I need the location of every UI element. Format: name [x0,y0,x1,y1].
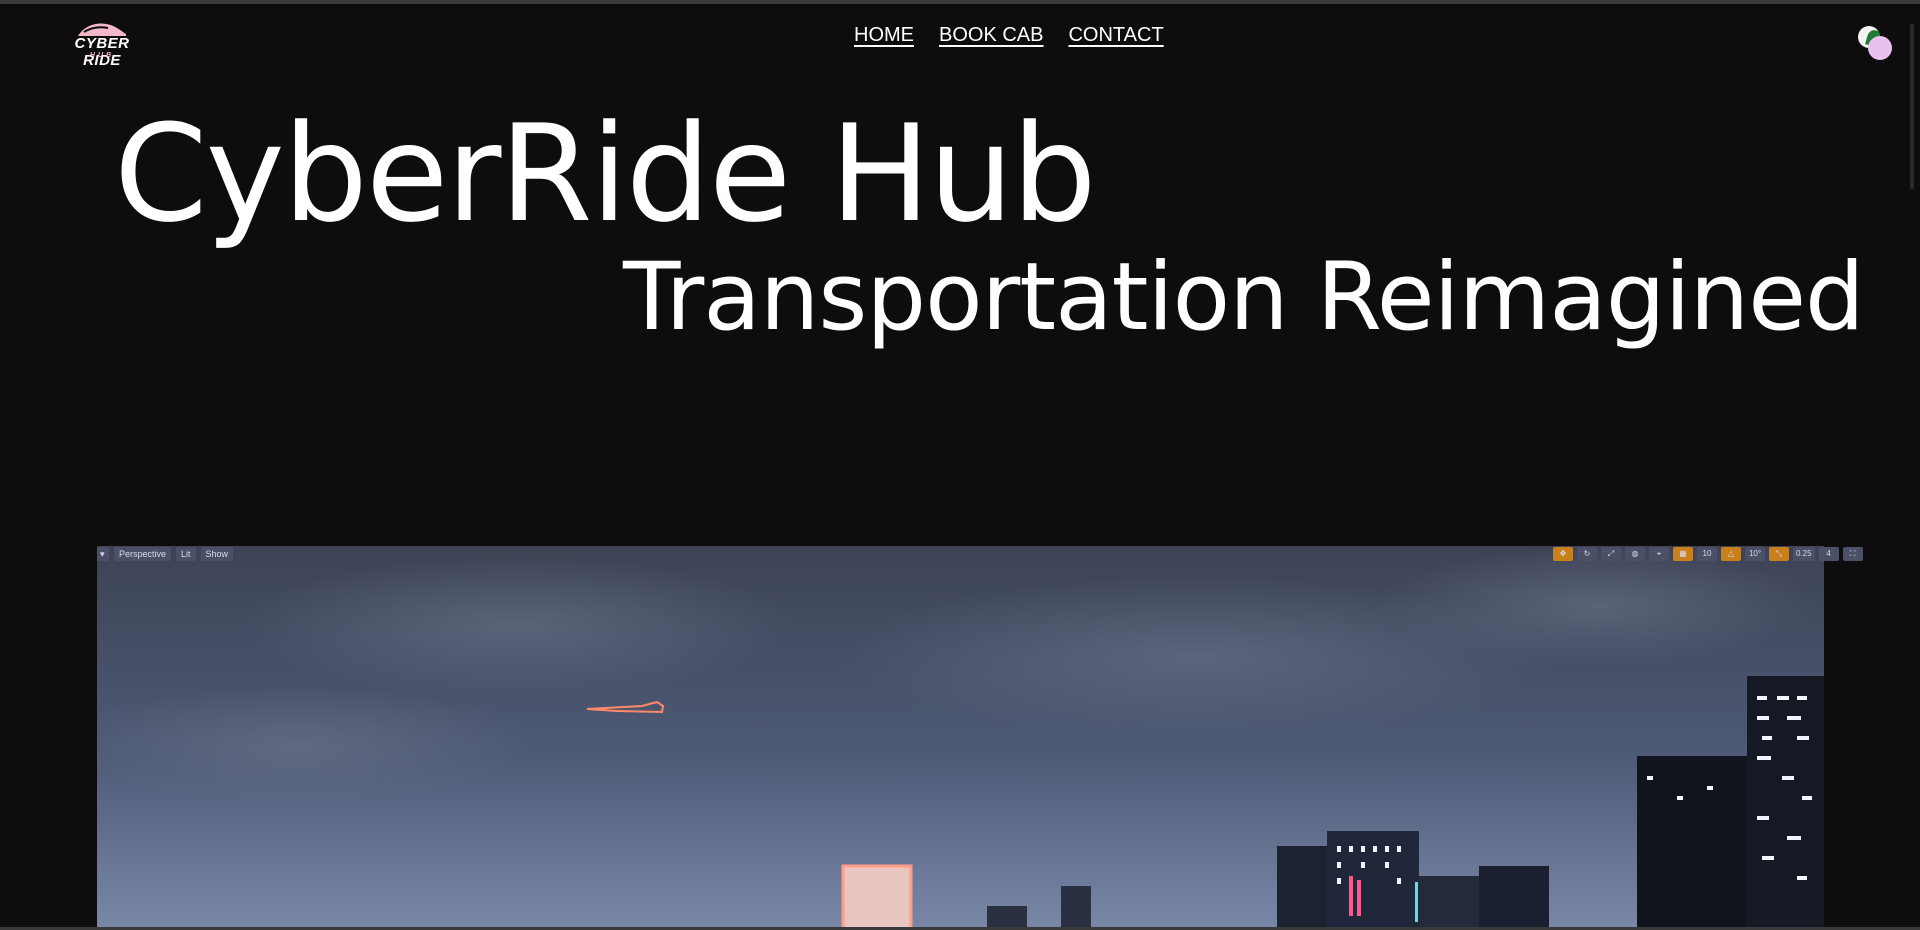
maximize-icon[interactable]: ⛶ [1842,547,1863,561]
viewport-menu-button[interactable]: ▾ [97,547,109,561]
city-night-scene [97,546,1824,930]
show-button[interactable]: Show [200,547,234,561]
rotate-icon[interactable]: ↻ [1577,547,1597,561]
hero-video[interactable] [97,546,1824,930]
lit-button[interactable]: Lit [176,547,196,561]
scrollbar-thumb[interactable] [1910,24,1914,189]
perspective-button[interactable]: Perspective [114,547,172,561]
transform-icon[interactable]: ✥ [1553,547,1573,561]
window-top-border [0,0,1920,4]
grid-size-value[interactable]: 10 [1697,547,1717,561]
grid-snap-icon[interactable]: ▦ [1673,547,1693,561]
theme-toggle-circle [1868,36,1892,60]
hero-subtitle: Transportation Reimagined [623,243,1865,352]
nav-contact-link[interactable]: CONTACT [1068,24,1163,47]
world-icon[interactable]: ◍ [1625,547,1645,561]
scale-snap-icon[interactable]: ⤡ [1769,547,1789,561]
scale-icon[interactable]: ⤢ [1601,547,1621,561]
viewport-toolbar-left: ▾ Perspective Lit Show [97,547,234,561]
logo-subtext: HUB [89,52,115,59]
hero-title: CyberRide Hub [114,96,1097,252]
main-nav: HOME BOOK CAB CONTACT [854,24,1164,47]
rotation-snap-icon[interactable]: △ [1721,547,1741,561]
rotation-snap-value[interactable]: 10° [1745,547,1765,561]
surface-snap-icon[interactable]: ⌖ [1649,547,1669,561]
nav-book-cab-link[interactable]: BOOK CAB [939,24,1043,47]
viewport-toolbar-right: ✥ ↻ ⤢ ◍ ⌖ ▦ 10 △ 10° ⤡ 0.25 4 ⛶ [1553,547,1863,561]
camera-speed-value[interactable]: 4 [1818,547,1839,561]
page-scrollbar[interactable] [1904,4,1920,927]
theme-toggle-button[interactable] [1858,26,1894,60]
scale-snap-value[interactable]: 0.25 [1793,547,1815,561]
nav-home-link[interactable]: HOME [854,24,914,47]
logo[interactable]: CYBER RIDE HUB [56,20,148,69]
